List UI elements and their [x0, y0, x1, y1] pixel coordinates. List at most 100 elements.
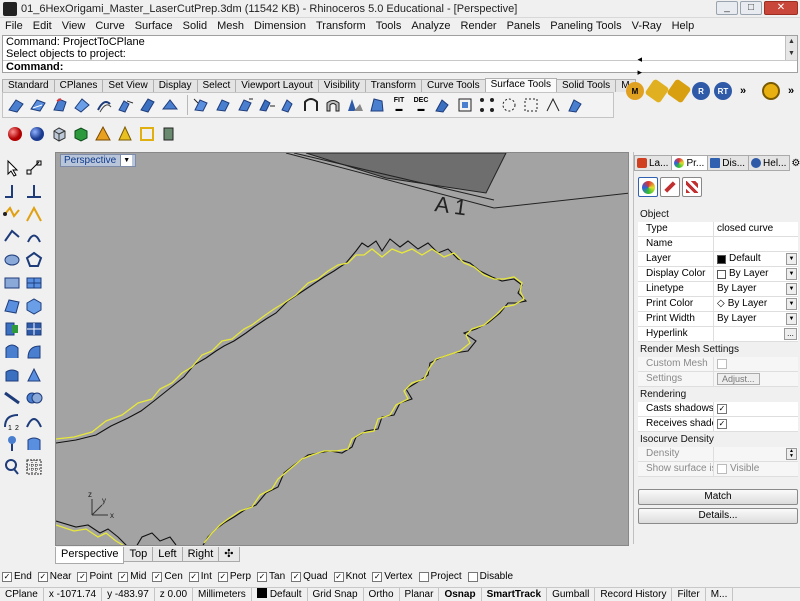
status-osnap[interactable]: Osnap: [439, 587, 482, 601]
solid-box-icon[interactable]: [24, 296, 44, 316]
osnap-checkbox[interactable]: ✓: [372, 571, 383, 582]
status-units[interactable]: Millimeters: [193, 587, 252, 601]
menu-help[interactable]: Help: [667, 18, 700, 34]
menu-panels[interactable]: Panels: [502, 18, 546, 34]
status-cplane[interactable]: CPlane: [0, 587, 44, 601]
command-scrollbar[interactable]: ▲ ▼: [785, 36, 797, 60]
chevron-icon[interactable]: »: [788, 85, 794, 97]
refit-trim-icon[interactable]: [434, 96, 452, 114]
osnap-checkbox[interactable]: ✓: [77, 571, 88, 582]
offset-surface-icon[interactable]: [95, 96, 113, 114]
chamfer-surface-icon[interactable]: [51, 96, 69, 114]
blue-sphere-icon[interactable]: [28, 125, 46, 143]
osnap-end[interactable]: ✓ End: [2, 571, 32, 582]
tab-layers[interactable]: La...: [634, 155, 673, 171]
chevron-down-icon[interactable]: ▼: [786, 298, 797, 310]
fit-surface-icon[interactable]: FIT ▬: [390, 96, 408, 114]
match-surface-icon[interactable]: [139, 96, 157, 114]
connect-surface-icon[interactable]: [258, 96, 276, 114]
linetype-select[interactable]: By Layer ▼: [714, 282, 798, 296]
rectangle-icon[interactable]: [2, 273, 22, 293]
rebuild-surface-icon[interactable]: [302, 96, 320, 114]
menu-transform[interactable]: Transform: [311, 18, 371, 34]
edit-surface-icon[interactable]: [368, 96, 386, 114]
osnap-quad[interactable]: ✓ Quad: [291, 571, 328, 582]
partial-curve-black[interactable]: [136, 532, 177, 546]
perspective-viewport[interactable]: A 1 z y x Perspective ▼: [55, 152, 629, 546]
point-icon[interactable]: [24, 158, 44, 178]
tab-set-view[interactable]: Set View: [102, 79, 154, 92]
osnap-mid[interactable]: ✓ Mid: [118, 571, 146, 582]
fillet-edge-icon[interactable]: [2, 388, 22, 408]
blend-curves-icon[interactable]: [24, 411, 44, 431]
visible-checkbox[interactable]: [717, 464, 727, 474]
sketch-icon[interactable]: [24, 204, 44, 224]
untrim-icon[interactable]: [192, 96, 210, 114]
fillet-curves-icon[interactable]: 12: [2, 411, 22, 431]
osnap-int[interactable]: ✓ Int: [188, 571, 212, 582]
tab-visibility[interactable]: Visibility: [317, 79, 366, 92]
tab-solid-tools[interactable]: Solid Tools: [556, 79, 617, 92]
menu-dimension[interactable]: Dimension: [249, 18, 311, 34]
revolve-icon[interactable]: [2, 342, 22, 362]
status-filter[interactable]: Filter: [672, 587, 706, 601]
add-viewport-icon[interactable]: ✣: [218, 547, 240, 562]
osnap-checkbox[interactable]: ✓: [188, 571, 199, 582]
tab-transform[interactable]: Transform: [364, 79, 422, 92]
loft-icon[interactable]: [2, 365, 22, 385]
texture-mapping-icon[interactable]: [682, 177, 702, 197]
surface-grid-icon[interactable]: [24, 273, 44, 293]
osnap-checkbox[interactable]: ✓: [37, 571, 48, 582]
display-color-select[interactable]: By Layer ▼: [714, 267, 798, 281]
status-planar[interactable]: Planar: [400, 587, 440, 601]
dimension-icon[interactable]: [2, 434, 22, 454]
osnap-checkbox[interactable]: ✓: [152, 571, 163, 582]
maximize-button[interactable]: □: [740, 1, 762, 15]
menu-vray[interactable]: V-Ray: [627, 18, 667, 34]
chevron-down-icon[interactable]: ▼: [120, 155, 133, 166]
label-icon[interactable]: [666, 78, 692, 104]
sweep-icon[interactable]: [24, 342, 44, 362]
unroll-surface-icon[interactable]: [346, 96, 364, 114]
viewport-tab-top[interactable]: Top: [123, 547, 154, 562]
frame-icon[interactable]: [138, 125, 156, 143]
materials-icon[interactable]: M: [626, 82, 644, 100]
osnap-point[interactable]: ✓ Point: [77, 571, 112, 582]
material-icon[interactable]: [660, 177, 680, 197]
circle-icon[interactable]: [2, 227, 22, 247]
osnap-tan[interactable]: ✓ Tan: [257, 571, 285, 582]
menu-solid[interactable]: Solid: [178, 18, 212, 34]
tab-display[interactable]: Dis...: [707, 155, 750, 171]
surface-from-curves-icon[interactable]: [2, 296, 22, 316]
osnap-disable[interactable]: Disable: [467, 571, 513, 582]
tab-curve-tools[interactable]: Curve Tools: [420, 79, 486, 92]
osnap-checkbox[interactable]: [467, 571, 478, 582]
tab-select[interactable]: Select: [196, 79, 237, 92]
polyline-icon[interactable]: [2, 204, 22, 224]
remove-knot-icon[interactable]: [522, 96, 540, 114]
extrude-icon[interactable]: [2, 319, 22, 339]
viewport-tab-right[interactable]: Right: [181, 547, 220, 562]
extend-surface-icon[interactable]: [7, 96, 25, 114]
chevron-down-icon[interactable]: ▼: [786, 313, 797, 325]
tab-surface-tools[interactable]: Surface Tools: [484, 78, 557, 92]
closed-curve-black[interactable]: [56, 238, 528, 546]
osnap-checkbox[interactable]: ✓: [291, 571, 302, 582]
tag-icon[interactable]: [644, 78, 670, 104]
osnap-vertex[interactable]: ✓ Vertex: [372, 571, 413, 582]
select-arrow-icon[interactable]: [2, 158, 22, 178]
boolean-icon[interactable]: [24, 388, 44, 408]
print-color-select[interactable]: ◇ By Layer ▼: [714, 297, 798, 311]
rt-render-icon[interactable]: RT: [714, 82, 732, 100]
osnap-checkbox[interactable]: ✓: [118, 571, 129, 582]
status-more[interactable]: M...: [706, 587, 734, 601]
polygon-icon[interactable]: [24, 250, 44, 270]
custom-mesh-checkbox[interactable]: [717, 359, 727, 369]
line-icon[interactable]: [24, 181, 44, 201]
command-prompt[interactable]: Command:: [3, 60, 797, 73]
pyramid-icon[interactable]: [94, 125, 112, 143]
variable-fillet-icon[interactable]: [73, 96, 91, 114]
close-button[interactable]: ✕: [764, 1, 798, 15]
viewport-tab-left[interactable]: Left: [152, 547, 183, 562]
insert-knot-icon[interactable]: [500, 96, 518, 114]
